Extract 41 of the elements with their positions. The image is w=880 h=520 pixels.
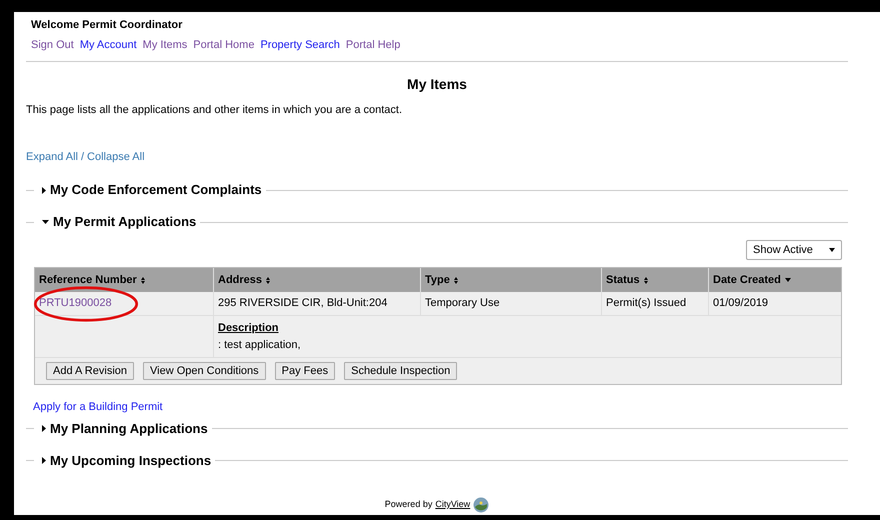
- apply-permit-link[interactable]: Apply for a Building Permit: [33, 399, 842, 416]
- column-header[interactable]: Type: [425, 272, 450, 288]
- welcome-text: Welcome Permit Coordinator: [31, 18, 184, 33]
- column-header[interactable]: Status: [606, 272, 640, 288]
- caret-right-icon: [42, 425, 46, 432]
- table-cell-text: 01/09/2019: [712, 296, 770, 312]
- nav-link[interactable]: My Items: [142, 36, 188, 53]
- action-button[interactable]: Pay Fees: [274, 362, 336, 380]
- table-cell: 295 RIVERSIDE CIR, Bld-Unit:204: [214, 292, 421, 315]
- action-button[interactable]: Add A Revision: [46, 362, 134, 380]
- link-separator: /: [80, 150, 84, 164]
- column-header[interactable]: Date Created: [713, 272, 781, 288]
- caret-right-icon: [42, 186, 46, 194]
- section-toggle[interactable]: My Upcoming Inspections: [42, 450, 216, 470]
- column-header[interactable]: Reference Number: [39, 272, 137, 288]
- intro-text: This page lists all the applications and other items in which you are a contact.: [26, 103, 404, 118]
- action-button[interactable]: View Open Conditions: [143, 362, 266, 380]
- expand-all-link[interactable]: Expand All: [26, 148, 78, 165]
- description-label: Description: [218, 321, 280, 336]
- nav-link[interactable]: Portal Home: [193, 36, 254, 53]
- nav-link[interactable]: Portal Help: [346, 36, 400, 53]
- collapse-all-link[interactable]: Collapse All: [87, 148, 145, 165]
- nav-link[interactable]: Sign Out: [31, 36, 74, 53]
- section-toggle[interactable]: My Code Enforcement Complaints: [42, 180, 266, 200]
- section-toggle[interactable]: My Permit Applications: [42, 212, 200, 232]
- table-cell: Permit(s) Issued: [602, 292, 709, 315]
- description-text: : test application,: [218, 338, 302, 352]
- filter-dropdown[interactable]: Show Active: [746, 240, 842, 260]
- nav-link[interactable]: My Account: [80, 36, 137, 53]
- column-header[interactable]: Address: [218, 272, 262, 288]
- page-title: My Items: [406, 75, 468, 94]
- caret-down-icon: [42, 220, 49, 224]
- section-toggle[interactable]: My Planning Applications: [42, 418, 212, 438]
- nav-link[interactable]: Property Search: [260, 36, 340, 53]
- powered-by-text: Powered by: [384, 498, 432, 511]
- brand-link[interactable]: CityView: [435, 498, 470, 512]
- globe-logo-icon: [473, 496, 490, 512]
- table-cell: Temporary Use: [421, 292, 602, 315]
- action-button[interactable]: Schedule Inspection: [344, 362, 458, 380]
- dropdown-arrow-icon: [829, 248, 835, 252]
- caret-right-icon: [42, 457, 46, 464]
